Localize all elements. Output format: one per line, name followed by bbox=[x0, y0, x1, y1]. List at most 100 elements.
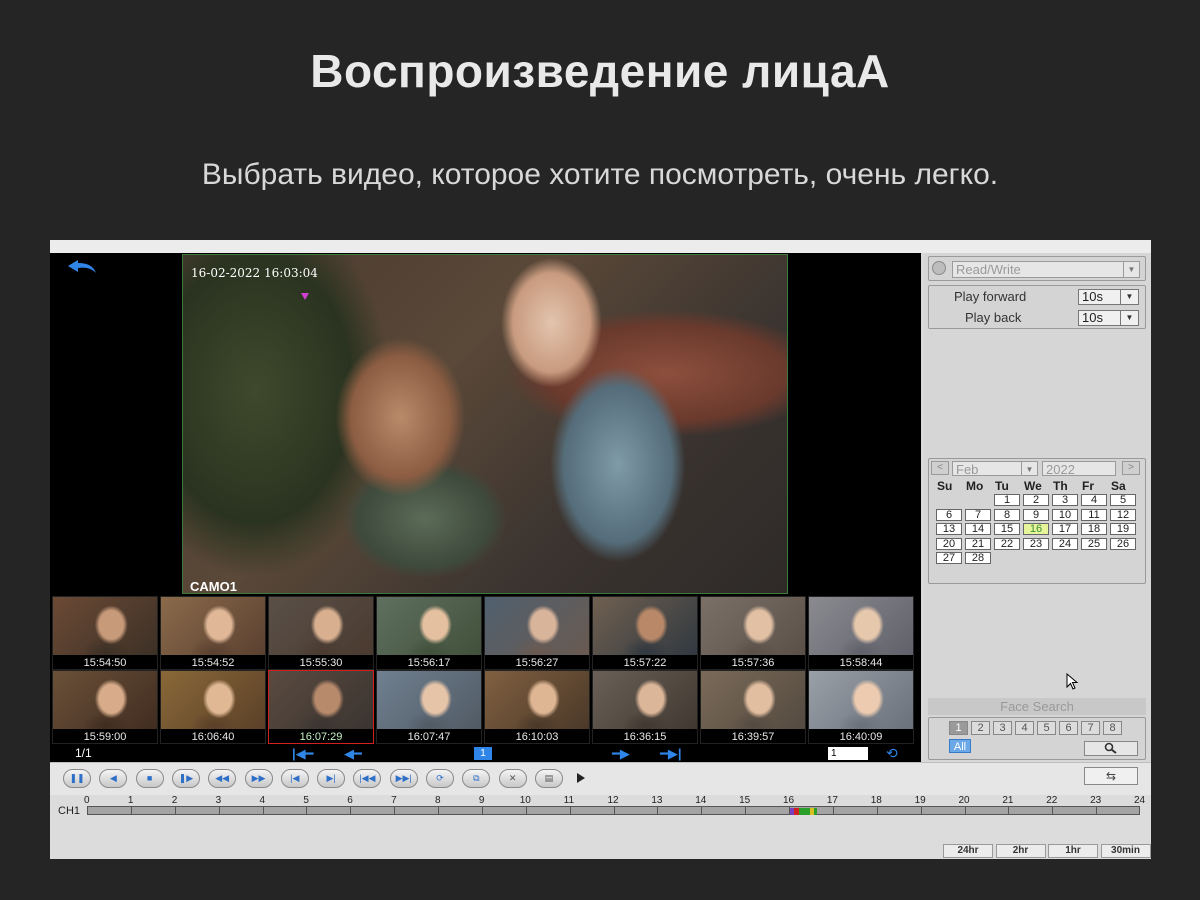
calendar-day[interactable]: 7 bbox=[965, 508, 991, 521]
channel-button[interactable]: 6 bbox=[1059, 721, 1078, 735]
play-button[interactable]: ❚▶ bbox=[171, 769, 200, 788]
rewind-button[interactable]: ◀◀ bbox=[208, 769, 237, 788]
face-search-button[interactable] bbox=[1084, 741, 1138, 756]
play-reverse-button[interactable]: ◀ bbox=[99, 769, 128, 788]
record-radio[interactable] bbox=[932, 261, 946, 275]
year-select[interactable]: 2022 bbox=[1042, 461, 1116, 477]
play-triangle-icon[interactable] bbox=[577, 773, 585, 783]
mode-select[interactable]: Read/Write ▼ bbox=[952, 261, 1140, 278]
calendar-day[interactable]: 2 bbox=[1023, 494, 1049, 506]
month-select[interactable]: Feb ▼ bbox=[952, 461, 1038, 477]
face-thumbnail[interactable]: 15:59:00 bbox=[52, 670, 158, 744]
pause-button[interactable]: ❚❚ bbox=[63, 769, 91, 788]
video-area: 16-02-2022 16:03:04 CAMO1 bbox=[50, 253, 921, 595]
save-button[interactable]: ▤ bbox=[534, 769, 563, 788]
calendar-day[interactable]: 17 bbox=[1052, 523, 1078, 535]
channel-button[interactable]: 8 bbox=[1103, 721, 1122, 735]
sync-icon: ⇆ bbox=[1105, 769, 1117, 783]
calendar-day[interactable]: 19 bbox=[1110, 523, 1136, 535]
calendar-day[interactable]: 27 bbox=[936, 552, 962, 564]
close-button[interactable]: ✕ bbox=[498, 769, 527, 788]
prev-month-icon[interactable]: < bbox=[931, 461, 949, 475]
timeline-tick bbox=[920, 807, 922, 814]
calendar-day[interactable]: 22 bbox=[994, 537, 1020, 550]
all-channels-button[interactable]: All bbox=[949, 739, 971, 753]
face-thumbnail[interactable]: 16:07:29 bbox=[268, 670, 374, 744]
channel-button[interactable]: 3 bbox=[993, 721, 1012, 735]
calendar-day[interactable]: 28 bbox=[965, 552, 991, 564]
video-player[interactable]: 16-02-2022 16:03:04 CAMO1 bbox=[182, 254, 788, 594]
step-forward-button[interactable]: ▶| bbox=[317, 769, 346, 788]
calendar-day[interactable]: 10 bbox=[1052, 508, 1078, 521]
timeline-hour-label: 22 bbox=[1046, 795, 1058, 806]
calendar-day[interactable]: 20 bbox=[936, 537, 962, 550]
channel-button[interactable]: 5 bbox=[1037, 721, 1056, 735]
face-thumbnail[interactable]: 15:56:27 bbox=[484, 596, 590, 670]
calendar-day[interactable]: 14 bbox=[965, 523, 991, 535]
face-thumbnail[interactable]: 15:57:36 bbox=[700, 596, 806, 670]
channel-button[interactable]: 4 bbox=[1015, 721, 1034, 735]
face-thumbnail[interactable]: 16:10:03 bbox=[484, 670, 590, 744]
calendar-day[interactable]: 4 bbox=[1081, 494, 1107, 506]
face-thumbnail[interactable]: 16:39:57 bbox=[700, 670, 806, 744]
face-thumbnail[interactable]: 16:06:40 bbox=[160, 670, 266, 744]
channel-button[interactable]: 2 bbox=[971, 721, 990, 735]
thumbnail-time: 15:56:17 bbox=[377, 656, 481, 669]
timeline-tick bbox=[964, 807, 966, 814]
next-file-button[interactable]: ▶▶| bbox=[389, 769, 418, 788]
calendar-day[interactable]: 3 bbox=[1052, 494, 1078, 506]
back-arrow-icon[interactable] bbox=[66, 259, 98, 275]
fast-forward-button[interactable]: ▶▶ bbox=[244, 769, 273, 788]
previous-file-button[interactable]: |◀◀ bbox=[353, 769, 382, 788]
channel-button[interactable]: 1 bbox=[949, 721, 968, 735]
arrow-right-icon[interactable]: ━▶ bbox=[612, 747, 630, 760]
face-thumbnail[interactable]: 16:36:15 bbox=[592, 670, 698, 744]
calendar-day[interactable]: 23 bbox=[1023, 537, 1049, 550]
zoom-30min-button[interactable]: 30min bbox=[1100, 844, 1151, 858]
stop-button[interactable]: ■ bbox=[135, 769, 164, 788]
zoom-1hr-button[interactable]: 1hr bbox=[1048, 844, 1098, 858]
loop-button[interactable]: ⟳ bbox=[426, 769, 454, 788]
calendar-day[interactable]: 1 bbox=[994, 494, 1020, 506]
step-back-button[interactable]: |◀ bbox=[280, 769, 309, 788]
calendar-day[interactable]: 21 bbox=[965, 537, 991, 550]
calendar-day[interactable]: 16 bbox=[1023, 523, 1049, 535]
calendar-day[interactable]: 11 bbox=[1081, 508, 1107, 521]
calendar-day[interactable]: 12 bbox=[1110, 508, 1136, 521]
face-thumbnail[interactable]: 15:57:22 bbox=[592, 596, 698, 670]
current-page-button[interactable]: 1 bbox=[474, 747, 492, 760]
timeline-hour-label: 19 bbox=[914, 795, 926, 806]
face-thumbnail[interactable]: 16:40:09 bbox=[808, 670, 914, 744]
calendar-day[interactable]: 5 bbox=[1110, 494, 1136, 506]
calendar-day[interactable]: 18 bbox=[1081, 523, 1107, 535]
face-thumbnail[interactable]: 15:54:52 bbox=[160, 596, 266, 670]
next-month-icon[interactable]: > bbox=[1122, 461, 1140, 475]
face-thumbnail[interactable]: 15:55:30 bbox=[268, 596, 374, 670]
skip-to-first-icon[interactable]: |◀━ bbox=[292, 747, 313, 760]
calendar-day[interactable]: 6 bbox=[936, 508, 962, 521]
calendar-day[interactable]: 25 bbox=[1081, 537, 1107, 550]
calendar-day[interactable]: 24 bbox=[1052, 537, 1078, 550]
timeline-track[interactable] bbox=[87, 806, 1140, 815]
calendar-day[interactable]: 13 bbox=[936, 523, 962, 535]
face-thumbnail[interactable]: 15:58:44 bbox=[808, 596, 914, 670]
play-back-select[interactable]: 10s ▼ bbox=[1078, 310, 1139, 326]
skip-to-last-icon[interactable]: ━▶| bbox=[660, 747, 681, 760]
play-forward-select[interactable]: 10s ▼ bbox=[1078, 289, 1139, 305]
zoom-2hr-button[interactable]: 2hr bbox=[995, 844, 1046, 858]
arrow-left-icon[interactable]: ◀━ bbox=[344, 747, 362, 760]
sync-button[interactable]: ⇆ bbox=[1084, 767, 1138, 785]
face-thumbnail[interactable]: 15:56:17 bbox=[376, 596, 482, 670]
face-thumbnail[interactable]: 16:07:47 bbox=[376, 670, 482, 744]
calendar-day[interactable]: 8 bbox=[994, 508, 1020, 521]
channel-button[interactable]: 7 bbox=[1081, 721, 1100, 735]
clip-button[interactable]: ⧉ bbox=[462, 769, 491, 788]
refresh-icon[interactable]: ⟲ bbox=[886, 746, 898, 761]
page-number-input[interactable]: 1 bbox=[828, 747, 868, 760]
timeline-tick bbox=[481, 807, 483, 814]
calendar-day[interactable]: 26 bbox=[1110, 537, 1136, 550]
calendar-day[interactable]: 9 bbox=[1023, 508, 1049, 521]
zoom-24hr-button[interactable]: 24hr bbox=[943, 844, 993, 858]
calendar-day[interactable]: 15 bbox=[994, 523, 1020, 535]
face-thumbnail[interactable]: 15:54:50 bbox=[52, 596, 158, 670]
